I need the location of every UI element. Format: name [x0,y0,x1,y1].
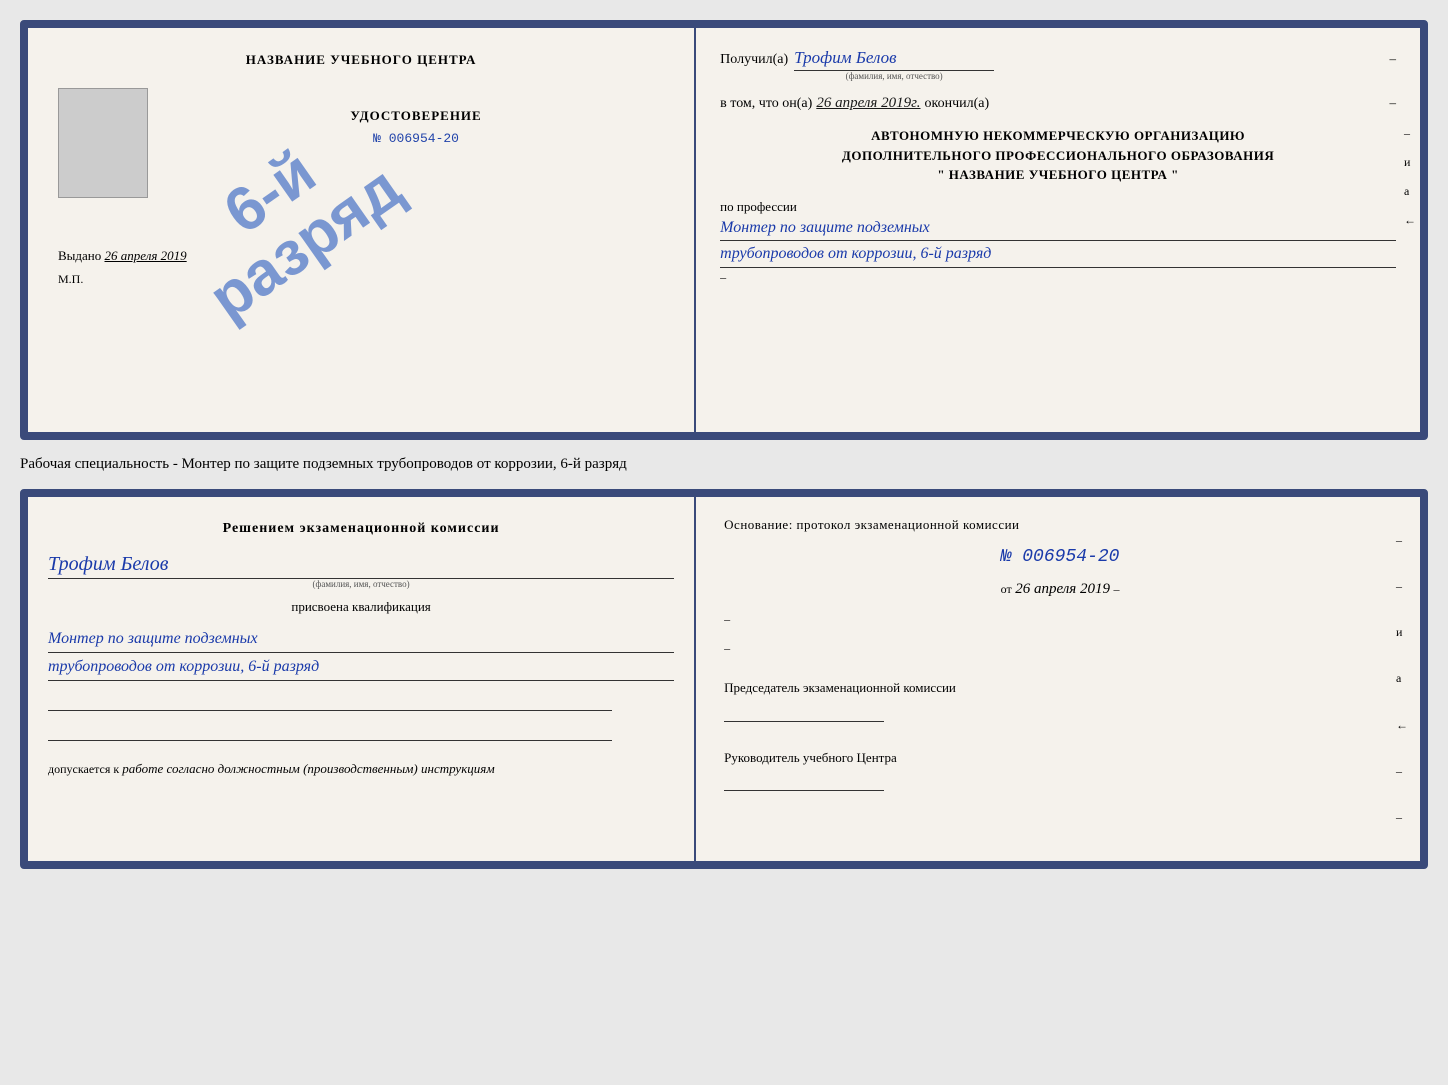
certificate-top: НАЗВАНИЕ УЧЕБНОГО ЦЕНТРА УДОСТОВЕРЕНИЕ №… [20,20,1428,440]
recipient-name: Трофим Белов [794,48,994,71]
protocol-number: № 006954-20 [724,547,1396,567]
decision-title: Решением экзаменационной комиссии [48,521,674,537]
cert-bottom-right: Основание: протокол экзаменационной коми… [696,497,1420,861]
udost-block: УДОСТОВЕРЕНИЕ № 006954-20 [350,108,481,146]
org-block: АВТОНОМНУЮ НЕКОММЕРЧЕСКУЮ ОРГАНИЗАЦИЮ ДО… [720,126,1396,185]
qualification-block: Монтер по защите подземных трубопроводов… [48,625,674,681]
profession-line1: Монтер по защите подземных [720,215,1396,242]
recipient-line: Получил(а) Трофим Белов (фамилия, имя, о… [720,48,1396,81]
cert-bottom-left: Решением экзаменационной комиссии Трофим… [28,497,696,861]
cert-right: Получил(а) Трофим Белов (фамилия, имя, о… [696,28,1420,432]
profession-line2: трубопроводов от коррозии, 6-й разряд [720,241,1396,268]
chairman-signature-line [724,702,884,722]
chairman-block: Председатель экзаменационной комиссии [724,678,1396,722]
head-block: Руководитель учебного Центра [724,748,1396,792]
photo-placeholder [58,88,148,198]
blank-line-1 [48,691,612,711]
date-line: в том, что он(а) 26 апреля 2019г. окончи… [720,95,1396,112]
basis-title: Основание: протокол экзаменационной коми… [724,517,1396,533]
cert-number: № 006954-20 [373,130,459,146]
profession-label: по профессии [720,199,1396,215]
completion-date: 26 апреля 2019г. [816,95,920,112]
cert-issued: Выдано 26 апреля 2019 [48,248,187,264]
protocol-date: от 26 апреля 2019 – [724,581,1396,598]
fio-sublabel-bottom: (фамилия, имя, отчество) [48,579,674,589]
mp-label: М.П. [48,272,83,287]
qualification-line1: Монтер по защите подземных [48,625,674,653]
between-label: Рабочая специальность - Монтер по защите… [20,452,1428,477]
org-block-wrapper: АВТОНОМНУЮ НЕКОММЕРЧЕСКУЮ ОРГАНИЗАЦИЮ ДО… [720,126,1396,185]
certificate-bottom: Решением экзаменационной комиссии Трофим… [20,489,1428,869]
left-top-area: УДОСТОВЕРЕНИЕ № 006954-20 [48,78,674,208]
person-name-block: Трофим Белов (фамилия, имя, отчество) [48,547,674,589]
blank-line-2 [48,721,612,741]
allowed-label: допускается к работе согласно должностны… [48,761,674,777]
left-content-area: УДОСТОВЕРЕНИЕ № 006954-20 [158,78,674,146]
head-signature-line [724,771,884,791]
qualification-line2: трубопроводов от коррозии, 6-й разряд [48,653,674,681]
allowed-text: работе согласно должностным (производств… [122,761,494,776]
page-wrapper: НАЗВАНИЕ УЧЕБНОГО ЦЕНТРА УДОСТОВЕРЕНИЕ №… [20,20,1428,869]
fio-sublabel-top: (фамилия, имя, отчество) [846,71,943,81]
cert-top-title: НАЗВАНИЕ УЧЕБНОГО ЦЕНТРА [246,52,477,68]
person-name-bottom: Трофим Белов [48,553,674,579]
right-side-dashes: – – и а ← – – [1396,497,1408,861]
profession-block: по профессии Монтер по защите подземных … [720,199,1396,286]
assigned-label: присвоена квалификация [48,599,674,615]
cert-left: НАЗВАНИЕ УЧЕБНОГО ЦЕНТРА УДОСТОВЕРЕНИЕ №… [28,28,696,432]
udost-label: УДОСТОВЕРЕНИЕ [350,108,481,124]
